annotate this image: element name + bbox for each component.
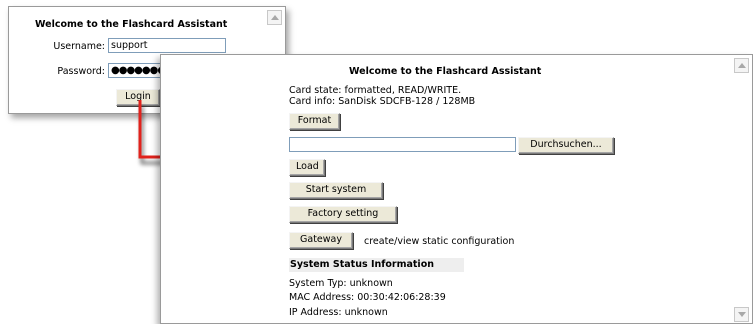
system-typ-text: System Typ: unknown xyxy=(289,278,393,289)
load-button[interactable]: Load xyxy=(289,159,325,176)
gateway-description: create/view static configuration xyxy=(364,236,515,247)
username-input[interactable]: support xyxy=(108,38,226,53)
scroll-up-icon[interactable] xyxy=(734,58,749,73)
file-path-input[interactable] xyxy=(289,137,516,152)
card-info-text: Card info: SanDisk SDCFB-128 / 128MB xyxy=(289,96,476,107)
ip-address-text: IP Address: unknown xyxy=(289,307,388,318)
login-title: Welcome to the Flashcard Assistant xyxy=(35,19,228,30)
start-system-button[interactable]: Start system xyxy=(289,182,383,199)
scroll-up-icon[interactable] xyxy=(267,10,282,25)
scroll-down-icon[interactable] xyxy=(734,307,749,322)
username-label: Username: xyxy=(53,41,105,52)
format-button[interactable]: Format xyxy=(289,113,340,130)
main-window: Welcome to the Flashcard Assistant Card … xyxy=(160,54,753,324)
gateway-button[interactable]: Gateway xyxy=(289,232,353,249)
system-status-heading: System Status Information xyxy=(289,258,464,272)
main-title: Welcome to the Flashcard Assistant xyxy=(349,66,542,77)
mac-address-text: MAC Address: 00:30:42:06:28:39 xyxy=(289,292,446,303)
browse-button[interactable]: Durchsuchen... xyxy=(518,137,614,154)
password-label: Password: xyxy=(57,66,105,77)
card-state-text: Card state: formatted, READ/WRITE. xyxy=(289,85,462,96)
factory-setting-button[interactable]: Factory setting xyxy=(289,206,397,223)
